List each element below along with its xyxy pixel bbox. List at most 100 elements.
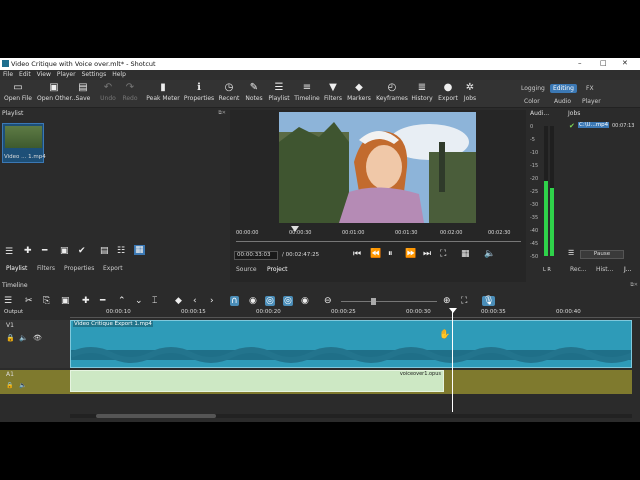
remove-icon[interactable]: ━ [100, 296, 105, 306]
menu-settings[interactable]: Settings [79, 70, 110, 79]
meter-scale-label: -5 [530, 137, 535, 143]
current-time-field[interactable]: 00:00:33:03 [234, 251, 278, 260]
add-icon[interactable]: ✚ [24, 246, 32, 256]
menu-player[interactable]: Player [54, 70, 79, 79]
timeline-playhead[interactable] [452, 308, 453, 412]
pause-icon[interactable]: ⏸ [388, 249, 393, 259]
minimize-button[interactable]: – [578, 59, 582, 67]
playhead-handle[interactable] [449, 308, 457, 313]
rewind-icon[interactable]: ⏪ [370, 249, 381, 259]
dock-buttons[interactable]: ⧉✕ [218, 110, 226, 116]
menu-help[interactable]: Help [109, 70, 129, 79]
video-preview[interactable] [279, 112, 476, 223]
snap-icon[interactable]: ∩ [230, 296, 239, 306]
tab-project[interactable]: Project [267, 266, 288, 273]
timeline-ruler-label: 00:00:35 [481, 309, 506, 315]
cut-icon[interactable]: ✂ [25, 296, 33, 306]
overwrite-icon[interactable]: ⌄ [135, 296, 143, 306]
jobs-button[interactable]: ✲ Jobs [453, 81, 487, 102]
ruler-label: 00:00:00 [236, 230, 259, 236]
check-icon[interactable]: ✔ [78, 246, 86, 256]
jobs-menu-icon[interactable]: ☰ [568, 249, 574, 257]
split-icon[interactable]: ⌶ [152, 296, 157, 306]
layout-editing[interactable]: Editing [550, 84, 577, 93]
remove-icon[interactable]: ━ [42, 246, 47, 256]
playlist-menu-icon[interactable]: ☰ [5, 247, 13, 257]
app-icon [2, 60, 9, 67]
job-item-name[interactable]: C:\U...mp4 [578, 122, 610, 128]
v1-clip[interactable]: Video Critique Export 1.mp4 [70, 320, 632, 368]
ripple-markers-icon[interactable]: ◉ [301, 296, 309, 306]
meter-scale-label: -45 [530, 241, 539, 247]
zoom-slider-handle[interactable] [371, 298, 376, 305]
menu-file[interactable]: File [0, 70, 16, 79]
zoom-slider[interactable] [341, 298, 437, 305]
zoom-fit-icon[interactable]: ⛶ [461, 296, 467, 306]
fast-forward-icon[interactable]: ⏩ [405, 249, 416, 259]
player-playhead[interactable] [291, 226, 299, 232]
layout-audio[interactable]: Audio [554, 98, 571, 105]
v1-track-header[interactable]: V1 🔒 🔈 👁 [0, 320, 70, 368]
grid-view-icon[interactable]: ▦ [134, 245, 145, 255]
hide-icon[interactable]: 👁 [33, 334, 42, 342]
skip-previous-icon[interactable]: ⏮ [353, 249, 361, 259]
timeline-scrollbar[interactable] [70, 414, 632, 418]
tab-export[interactable]: Export [103, 265, 123, 272]
peak-meter-button[interactable]: ▮ Peak Meter [146, 81, 180, 102]
timeline-menu-icon[interactable]: ☰ [4, 296, 12, 306]
playlist-item[interactable]: Video ... 1.mp4 [2, 123, 46, 163]
tab-source[interactable]: Source [236, 266, 257, 273]
lift-icon[interactable]: ⌃ [118, 296, 126, 306]
jobs-label: Jobs [463, 95, 477, 102]
pause-jobs-button[interactable]: Pause [580, 250, 624, 259]
timeline-ruler[interactable]: 00:00:10 00:00:15 00:00:20 00:00:25 00:0… [70, 308, 640, 318]
mute-icon[interactable]: 🔈 [19, 334, 28, 342]
zoom-out-icon[interactable]: ⊖ [324, 296, 332, 306]
tab-jobs[interactable]: J... [624, 266, 632, 273]
layout-logging[interactable]: Logging [521, 85, 545, 92]
properties-button[interactable]: ℹ Properties [182, 81, 216, 102]
lock-icon[interactable]: 🔒 [6, 334, 15, 342]
marker-icon[interactable]: ◆ [175, 296, 182, 306]
tab-history[interactable]: Hist... [596, 266, 613, 273]
tab-recent[interactable]: Rec... [570, 266, 587, 273]
layout-fx[interactable]: FX [586, 85, 594, 92]
tab-properties[interactable]: Properties [64, 265, 94, 272]
ripple-icon[interactable]: ◎ [265, 296, 275, 306]
scrub-icon[interactable]: ◉ [249, 296, 257, 306]
keyframes-button[interactable]: ◴ Keyframes [375, 81, 409, 102]
list-view-icon[interactable]: ☷ [117, 246, 125, 256]
next-marker-icon[interactable]: › [210, 296, 214, 306]
ripple-all-icon[interactable]: ◎ [283, 296, 293, 306]
lock-icon[interactable]: 🔒 [6, 382, 13, 389]
menu-edit[interactable]: Edit [16, 70, 34, 79]
paste-icon[interactable]: ▣ [61, 296, 70, 306]
tab-filters[interactable]: Filters [37, 265, 55, 272]
timeline-dock-buttons[interactable]: ⧉✕ [630, 282, 638, 288]
grid-icon[interactable]: ▦ [461, 249, 470, 259]
markers-button[interactable]: ◆ Markers [342, 81, 376, 102]
previous-marker-icon[interactable]: ‹ [193, 296, 197, 306]
update-icon[interactable]: ▣ [60, 246, 69, 256]
copy-icon[interactable]: ⎘ [43, 296, 50, 306]
skip-next-icon[interactable]: ⏭ [423, 249, 431, 259]
maximize-button[interactable]: □ [600, 59, 607, 67]
a1-clip[interactable]: voiceover1.opus [70, 370, 444, 392]
player-ruler[interactable]: 00:00:00 00:00:30 00:01:00 00:01:30 00:0… [236, 226, 521, 242]
layout-color[interactable]: Color [524, 98, 540, 105]
mute-icon[interactable]: 🔈 [19, 382, 26, 389]
volume-icon[interactable]: 🔈 [484, 249, 495, 259]
redo-button[interactable]: ↷ Redo [113, 81, 147, 102]
zoom-in-icon[interactable]: ⊕ [443, 296, 451, 306]
tab-playlist[interactable]: Playlist [6, 265, 27, 272]
menu-view[interactable]: View [34, 70, 54, 79]
record-audio-icon[interactable]: 🎙 [482, 296, 496, 306]
layout-player[interactable]: Player [582, 98, 601, 105]
close-button[interactable]: ✕ [622, 59, 628, 67]
open-file-button[interactable]: ▭ Open File [1, 81, 35, 102]
a1-track-header[interactable]: A1 🔒 🔈 [0, 370, 70, 394]
details-view-icon[interactable]: ▤ [100, 246, 109, 256]
zoom-fit-icon[interactable]: ⛶ [440, 249, 446, 259]
timeline-scrollbar-thumb[interactable] [96, 414, 216, 418]
append-icon[interactable]: ✚ [82, 296, 90, 306]
